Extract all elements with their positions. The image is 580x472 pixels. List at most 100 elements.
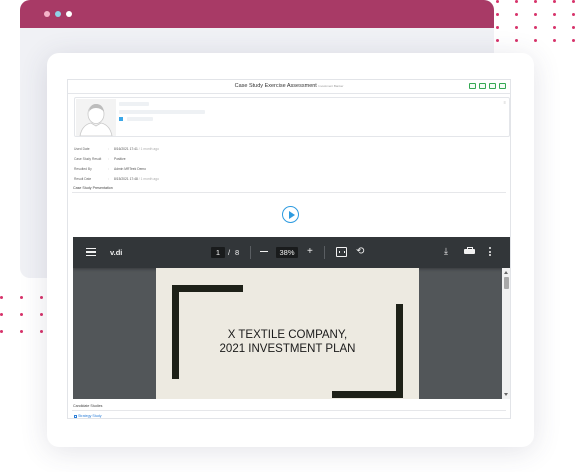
candidate-study-link[interactable]: Strategy Study [74, 414, 102, 418]
detail-value: 8/15/2021 17:48 / 1 month ago [114, 177, 159, 181]
detail-label: Resulted By [74, 167, 92, 171]
case-study-app: Case Study Exercise Assessment Investmen… [67, 79, 511, 419]
detail-label: Result Date [74, 177, 92, 181]
download-icon[interactable]: ⤓ [444, 245, 448, 257]
detail-relative-time: / 1 month ago [138, 147, 159, 151]
redacted-detail [127, 117, 153, 121]
scroll-up-icon[interactable] [504, 271, 508, 274]
decorative-dot [572, 0, 575, 3]
zoom-in-icon[interactable]: + [307, 246, 313, 258]
redacted-detail [119, 110, 205, 114]
decorative-dot [20, 313, 23, 316]
decorative-dot [515, 39, 518, 42]
avatar [76, 99, 116, 136]
presentation-section-label: Case Study Presentation [73, 186, 113, 190]
pdf-total-pages: 8 [235, 248, 240, 257]
decorative-dot [572, 26, 575, 29]
decorative-dot [534, 0, 537, 3]
decorative-dot [496, 26, 499, 29]
page-title: Case Study Exercise Assessment Investmen… [68, 83, 510, 89]
zoom-out-icon[interactable] [260, 251, 268, 253]
window-dot-icon [66, 11, 72, 17]
pencil-icon[interactable] [489, 83, 496, 89]
pdf-viewer: v.di 1 / 8 38% + ⟲ ⤓ X TEXTILE COMPANY, … [73, 237, 510, 399]
pdf-toolbar: v.di 1 / 8 38% + ⟲ ⤓ [73, 237, 510, 268]
foreground-card: Case Study Exercise Assessment Investmen… [47, 53, 534, 447]
pdf-page-separator: / [228, 248, 231, 257]
frame-line [332, 391, 403, 398]
page-subtitle: Investment Banker [318, 84, 344, 88]
app-header: Case Study Exercise Assessment Investmen… [68, 80, 510, 94]
decorative-dot [40, 313, 43, 316]
pdf-heading-line2: 2021 INVESTMENT PLAN [219, 343, 356, 355]
pdf-page: X TEXTILE COMPANY, 2021 INVESTMENT PLAN [156, 268, 419, 399]
detail-value: 8/16/2021 17:41 / 1 month ago [114, 147, 159, 151]
assessment-details: Used Date:8/16/2021 17:41 / 1 month ago C… [74, 144, 159, 184]
divider [72, 410, 506, 411]
decorative-dot-grid-top-right [496, 0, 575, 42]
decorative-dot [496, 39, 499, 42]
decorative-dot [515, 13, 518, 16]
decorative-dot [534, 26, 537, 29]
zoom-level-input[interactable]: 38% [276, 247, 298, 258]
decorative-dot [515, 26, 518, 29]
detail-value: Admin MRTeek Demo [114, 167, 146, 171]
detail-label: Case Study Result [74, 157, 102, 161]
page-title-text: Case Study Exercise Assessment [234, 83, 317, 89]
list-icon[interactable] [499, 83, 506, 89]
rotate-icon[interactable]: ⟲ [356, 246, 364, 258]
detail-row: Result Date:8/15/2021 17:48 / 1 month ag… [74, 174, 159, 184]
linkedin-icon[interactable] [119, 117, 123, 121]
print-icon[interactable] [464, 247, 475, 255]
detail-row: Resulted By: Admin MRTeek Demo [74, 164, 159, 174]
edit-icon[interactable] [469, 83, 476, 89]
decorative-dot [534, 39, 537, 42]
decorative-dot [553, 39, 556, 42]
decorative-dot [20, 330, 23, 333]
pdf-scrollbar[interactable] [502, 268, 510, 399]
pdf-page-input[interactable]: 1 [211, 247, 225, 258]
user-silhouette-icon [76, 99, 116, 136]
pdf-filename: v.di [110, 248, 123, 257]
fit-to-page-icon[interactable] [336, 247, 347, 257]
hamburger-menu-icon[interactable] [86, 248, 96, 256]
detail-label: Used Date [74, 147, 90, 151]
decorative-dot [553, 0, 556, 3]
detail-value-text: 8/16/2021 17:41 [114, 147, 138, 151]
decorative-dot [553, 26, 556, 29]
decorative-dot [40, 296, 43, 299]
pdf-heading-line1: X TEXTILE COMPANY, [227, 329, 348, 341]
detail-value-text: Positive [114, 157, 126, 161]
detail-relative-time: / 1 month ago [138, 177, 159, 181]
toolbar-divider [250, 246, 251, 259]
decorative-dot [572, 39, 575, 42]
window-dot-icon [55, 11, 61, 17]
decorative-dot [496, 13, 499, 16]
scroll-down-icon[interactable] [504, 393, 508, 396]
decorative-dot [0, 330, 3, 333]
browser-title-bar [20, 0, 494, 28]
toolbar-divider [324, 246, 325, 259]
pin-icon[interactable] [479, 83, 486, 89]
pdf-document-heading: X TEXTILE COMPANY, 2021 INVESTMENT PLAN [156, 328, 419, 356]
frame-line [172, 285, 243, 292]
header-toolbar [469, 83, 506, 89]
candidate-study-link-text: Strategy Study [78, 414, 102, 418]
scrollbar-thumb[interactable] [503, 277, 509, 289]
detail-row: Case Study Result: Positive [74, 154, 159, 164]
decorative-dot [20, 296, 23, 299]
redacted-name [119, 102, 149, 106]
checkbox-icon [74, 414, 77, 418]
detail-value: Positive [114, 157, 126, 161]
more-options-icon[interactable] [489, 247, 492, 258]
candidate-studies-label: Candidate Studies [73, 404, 103, 408]
decorative-dot [0, 313, 3, 316]
divider [72, 192, 506, 193]
detail-row: Used Date:8/16/2021 17:41 / 1 month ago [74, 144, 159, 154]
decorative-dot [534, 13, 537, 16]
play-icon [288, 210, 295, 219]
decorative-dot [515, 0, 518, 3]
screenshot-stage: Case Study Exercise Assessment Investmen… [0, 0, 580, 472]
profile-menu-icon[interactable]: ≡ [504, 100, 506, 105]
play-video-button[interactable] [282, 206, 299, 223]
